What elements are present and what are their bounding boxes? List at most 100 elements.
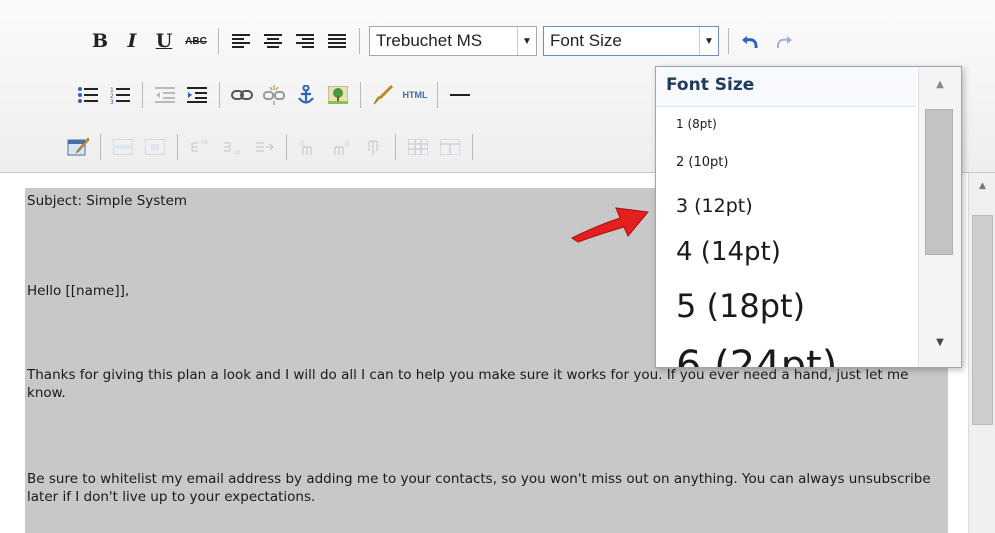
split-cells-icon bbox=[408, 139, 428, 155]
italic-icon: I bbox=[127, 30, 137, 52]
strikethrough-button[interactable]: ABC bbox=[183, 28, 209, 54]
justify-icon bbox=[328, 34, 346, 48]
dropdown-scrollbar-thumb[interactable] bbox=[925, 109, 953, 255]
html-icon: HTML bbox=[402, 90, 428, 100]
red-arrow-annotation bbox=[571, 207, 649, 243]
email-paragraph[interactable]: Thanks for giving this plan a look and I… bbox=[25, 366, 947, 402]
italic-button[interactable]: I bbox=[119, 28, 145, 54]
bold-button[interactable]: B bbox=[87, 28, 113, 54]
indent-button[interactable] bbox=[184, 82, 210, 108]
scroll-up-icon[interactable]: ▲ bbox=[969, 181, 995, 199]
scroll-up-icon[interactable]: ▲ bbox=[919, 79, 961, 90]
align-center-button[interactable] bbox=[260, 28, 286, 54]
toolbar-separator bbox=[218, 28, 219, 54]
insert-row-after-icon bbox=[224, 142, 240, 154]
chevron-down-icon[interactable]: ▼ bbox=[517, 27, 536, 55]
horizontal-rule-icon bbox=[450, 94, 470, 96]
undo-button[interactable] bbox=[738, 28, 764, 54]
font-family-select[interactable]: Trebuchet MS ▼ bbox=[369, 26, 537, 56]
strikethrough-icon: ABC bbox=[185, 35, 207, 47]
font-size-value: Font Size bbox=[550, 31, 622, 50]
link-button[interactable] bbox=[229, 82, 255, 108]
email-paragraph[interactable]: Be sure to whitelist my email address by… bbox=[25, 470, 947, 506]
cleanup-button[interactable] bbox=[370, 82, 396, 108]
anchor-icon bbox=[298, 85, 314, 104]
underline-button[interactable]: U bbox=[151, 28, 177, 54]
font-family-value: Trebuchet MS bbox=[376, 31, 483, 50]
align-right-button[interactable] bbox=[292, 28, 318, 54]
edit-table-button[interactable] bbox=[65, 134, 91, 160]
merge-cells-button[interactable] bbox=[437, 134, 463, 160]
table-cell-props-button[interactable] bbox=[142, 134, 168, 160]
horizontal-rule-button[interactable] bbox=[447, 82, 473, 108]
outdent-icon bbox=[155, 87, 175, 103]
font-size-dropdown-header: Font Size bbox=[656, 67, 916, 107]
outdent-button[interactable] bbox=[152, 82, 178, 108]
font-size-option-1[interactable]: 1 (8pt) bbox=[656, 117, 916, 131]
merge-cells-icon bbox=[440, 139, 460, 155]
delete-col-button[interactable] bbox=[360, 134, 386, 160]
unlink-button[interactable] bbox=[261, 82, 287, 108]
toolbar-row-2: 123 HTML bbox=[72, 78, 476, 112]
indent-icon bbox=[187, 87, 207, 103]
toolbar-row-3 bbox=[62, 130, 479, 164]
editor-scrollbar[interactable]: ▲ bbox=[968, 173, 995, 533]
svg-text:3: 3 bbox=[110, 99, 114, 104]
toolbar-separator bbox=[359, 28, 360, 54]
unlink-icon bbox=[263, 85, 285, 105]
toolbar-separator bbox=[286, 134, 287, 160]
insert-row-after-button[interactable] bbox=[219, 134, 245, 160]
align-left-button[interactable] bbox=[228, 28, 254, 54]
bullet-list-button[interactable] bbox=[75, 82, 101, 108]
table-row-props-button[interactable] bbox=[110, 134, 136, 160]
html-button[interactable]: HTML bbox=[402, 82, 428, 108]
insert-col-after-icon bbox=[334, 140, 349, 155]
font-size-option-6[interactable]: 6 (24pt) bbox=[656, 343, 916, 367]
font-size-option-3[interactable]: 3 (12pt) bbox=[656, 195, 916, 217]
justify-button[interactable] bbox=[324, 28, 350, 54]
insert-col-before-button[interactable] bbox=[296, 134, 322, 160]
table-row-props-icon bbox=[113, 139, 133, 155]
toolbar-separator bbox=[437, 82, 438, 108]
insert-col-after-button[interactable] bbox=[328, 134, 354, 160]
toolbar-separator bbox=[177, 134, 178, 160]
numbered-list-button[interactable]: 123 bbox=[107, 82, 133, 108]
delete-col-icon bbox=[368, 140, 378, 155]
scrollbar-thumb[interactable] bbox=[972, 215, 993, 425]
table-cell-props-icon bbox=[145, 139, 165, 155]
bold-icon: B bbox=[91, 30, 109, 52]
edit-table-icon bbox=[67, 137, 89, 156]
image-button[interactable] bbox=[325, 82, 351, 108]
font-size-dropdown[interactable]: Font Size 1 (8pt) 2 (10pt) 3 (12pt) 4 (1… bbox=[655, 66, 962, 368]
align-center-icon bbox=[264, 34, 282, 48]
underline-icon: U bbox=[155, 30, 173, 52]
bullet-list-icon bbox=[78, 87, 98, 103]
font-size-option-4[interactable]: 4 (14pt) bbox=[656, 237, 916, 267]
undo-icon bbox=[742, 36, 758, 49]
align-right-icon bbox=[296, 34, 314, 48]
anchor-button[interactable] bbox=[293, 82, 319, 108]
toolbar-row-1: B I U ABC Trebuchet MS ▼ Font Size ▼ bbox=[84, 24, 799, 58]
font-size-select[interactable]: Font Size ▼ bbox=[543, 26, 719, 56]
delete-row-button[interactable] bbox=[251, 134, 277, 160]
insert-row-before-button[interactable] bbox=[187, 134, 213, 160]
redo-icon bbox=[776, 36, 792, 49]
cleanup-icon bbox=[373, 85, 394, 105]
toolbar-separator bbox=[360, 82, 361, 108]
scroll-down-icon[interactable]: ▼ bbox=[919, 337, 961, 348]
font-size-option-5[interactable]: 5 (18pt) bbox=[656, 287, 916, 325]
image-icon bbox=[328, 86, 348, 104]
font-size-option-2[interactable]: 2 (10pt) bbox=[656, 155, 916, 170]
toolbar-separator bbox=[219, 82, 220, 108]
toolbar-separator bbox=[728, 28, 729, 54]
insert-row-before-icon bbox=[191, 140, 208, 152]
dropdown-scrollbar[interactable]: ▲ ▼ bbox=[918, 67, 961, 367]
delete-row-icon bbox=[256, 142, 274, 152]
toolbar-separator bbox=[472, 134, 473, 160]
toolbar-separator bbox=[142, 82, 143, 108]
split-cells-button[interactable] bbox=[405, 134, 431, 160]
chevron-down-icon[interactable]: ▼ bbox=[699, 27, 718, 55]
link-icon bbox=[231, 90, 253, 100]
numbered-list-icon: 123 bbox=[110, 87, 130, 104]
redo-button[interactable] bbox=[770, 28, 796, 54]
